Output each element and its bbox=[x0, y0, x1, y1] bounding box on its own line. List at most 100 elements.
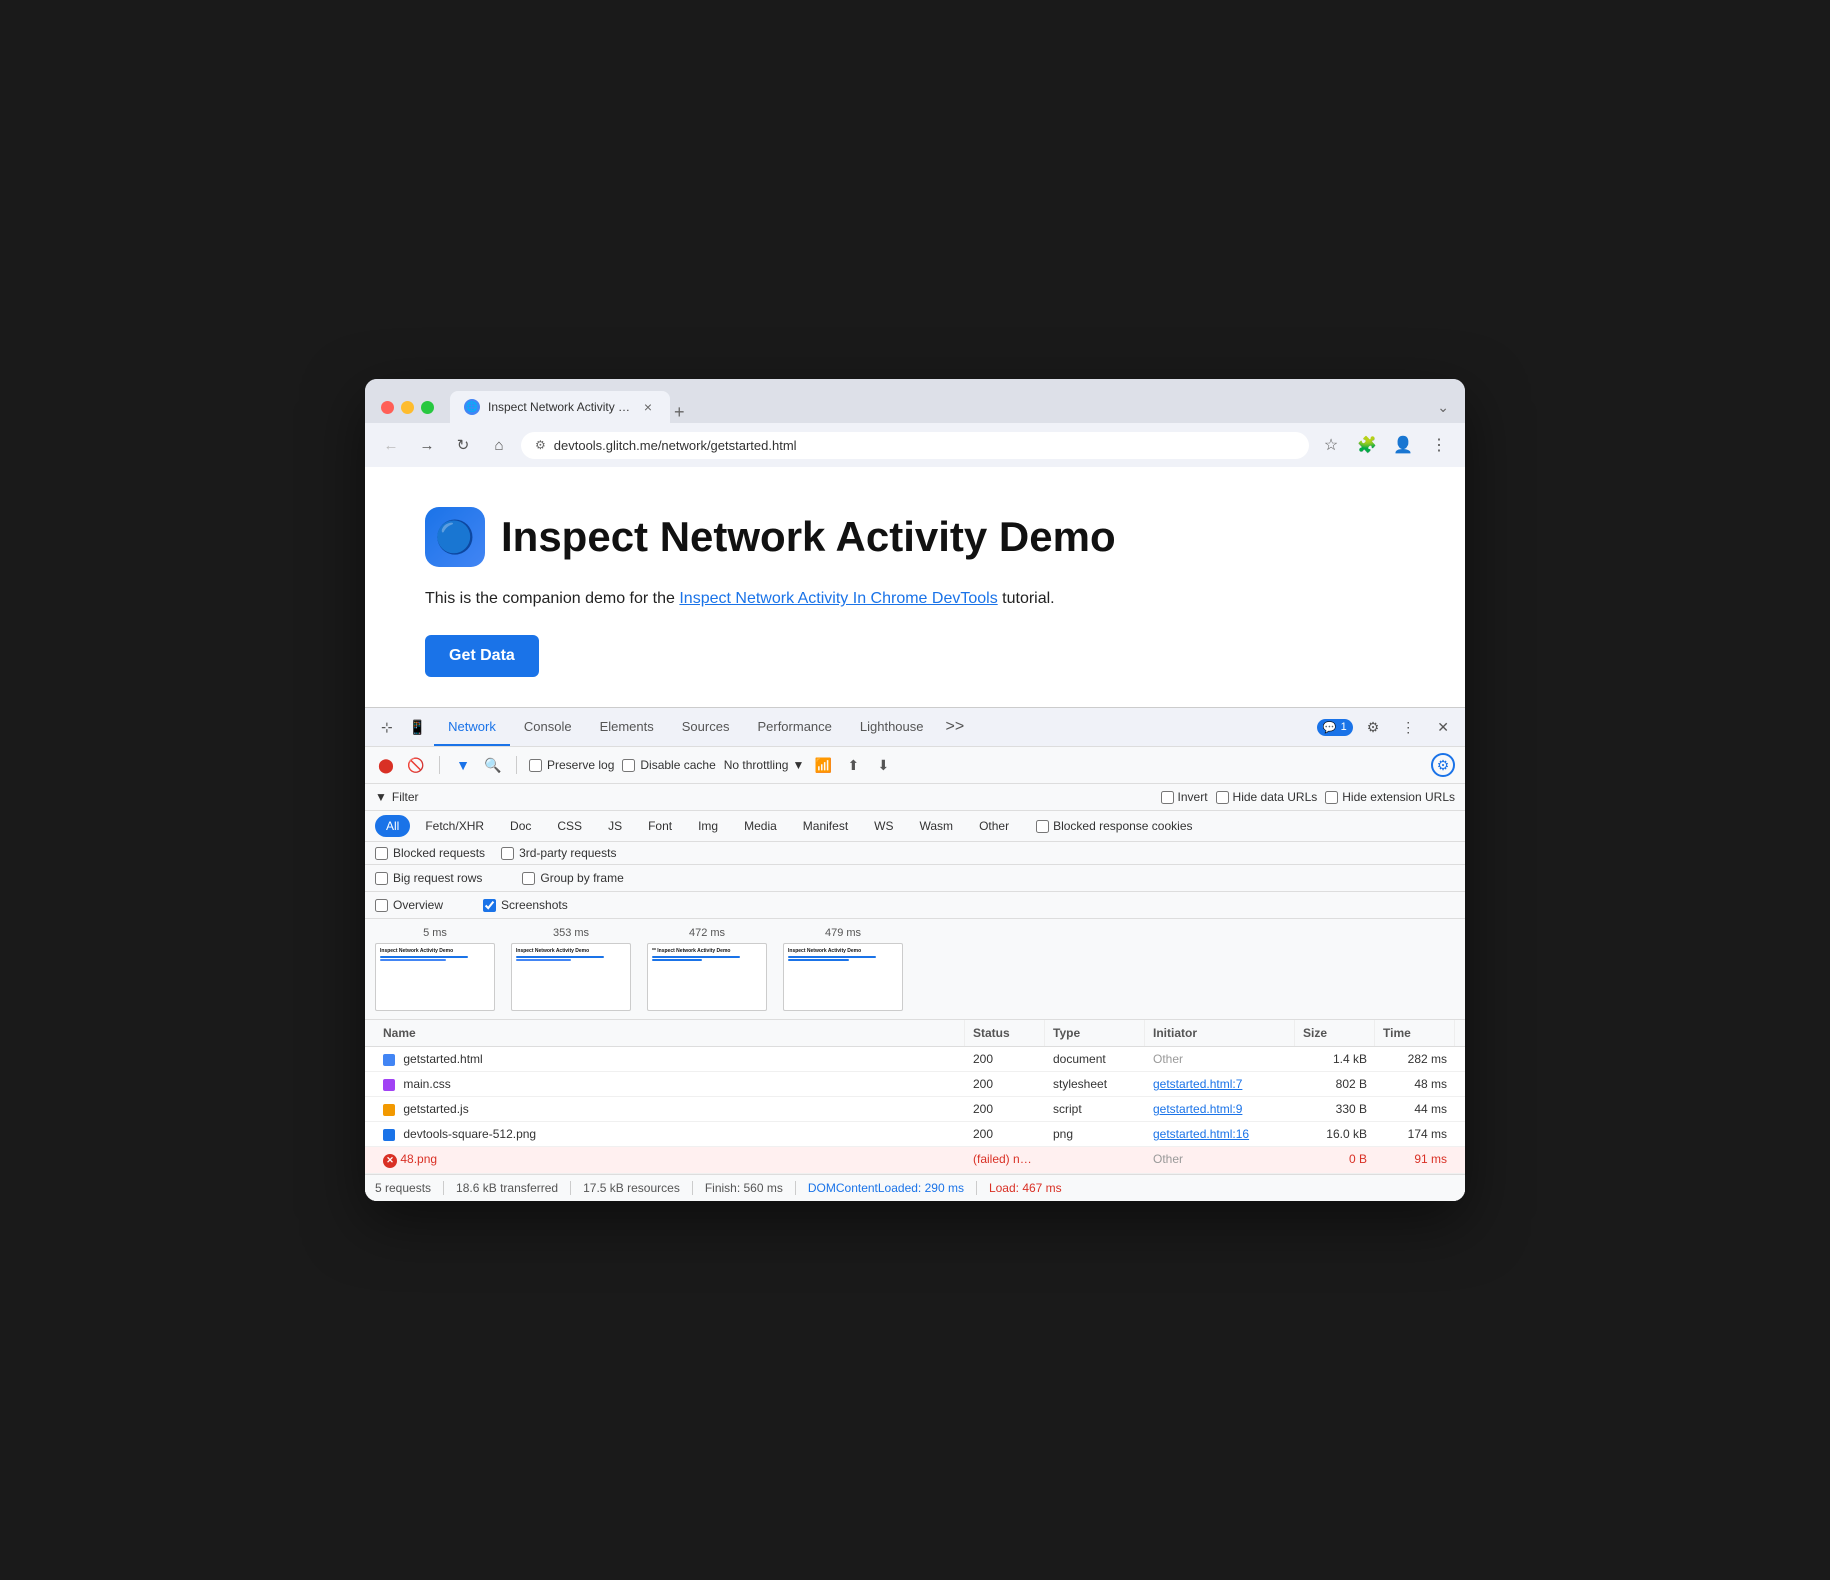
tab-close-button[interactable]: × bbox=[640, 399, 656, 415]
row-initiator-4[interactable]: getstarted.html:16 bbox=[1145, 1122, 1295, 1146]
throttle-dropdown[interactable]: No throttling ▼ bbox=[724, 758, 805, 772]
type-filter-js[interactable]: JS bbox=[597, 815, 633, 837]
extensions-button[interactable]: 🧩 bbox=[1353, 431, 1381, 459]
screenshot-1[interactable]: 5 ms Inspect Network Activity Demo bbox=[375, 927, 495, 1011]
type-filter-fetch-xhr[interactable]: Fetch/XHR bbox=[414, 815, 495, 837]
type-filter-manifest[interactable]: Manifest bbox=[792, 815, 859, 837]
tab-dropdown-button[interactable]: ⌄ bbox=[1437, 399, 1449, 416]
screenshot-4[interactable]: 479 ms Inspect Network Activity Demo bbox=[783, 927, 903, 1011]
tab-performance[interactable]: Performance bbox=[743, 709, 845, 746]
upload-button[interactable]: ⬆ bbox=[842, 754, 864, 776]
blocked-requests-checkbox[interactable] bbox=[375, 847, 388, 860]
group-by-frame-checkbox[interactable] bbox=[522, 872, 535, 885]
download-button[interactable]: ⬇ bbox=[872, 754, 894, 776]
hide-data-urls-label[interactable]: Hide data URLs bbox=[1216, 790, 1318, 804]
row-name-5: ✕ 48.png bbox=[375, 1147, 965, 1173]
big-request-rows-label[interactable]: Big request rows bbox=[375, 871, 482, 885]
minimize-button[interactable] bbox=[401, 401, 414, 414]
reload-button[interactable]: ↻ bbox=[449, 431, 477, 459]
table-row[interactable]: getstarted.js 200 script getstarted.html… bbox=[365, 1097, 1465, 1122]
tutorial-link[interactable]: Inspect Network Activity In Chrome DevTo… bbox=[679, 590, 997, 607]
table-row[interactable]: devtools-square-512.png 200 png getstart… bbox=[365, 1122, 1465, 1147]
group-by-frame-label[interactable]: Group by frame bbox=[522, 871, 623, 885]
third-party-checkbox[interactable] bbox=[501, 847, 514, 860]
more-options-icon[interactable]: ⋮ bbox=[1393, 711, 1423, 744]
address-bar[interactable]: ⚙ devtools.glitch.me/network/getstarted.… bbox=[521, 432, 1309, 459]
overview-checkbox[interactable] bbox=[375, 899, 388, 912]
filter-text: Filter bbox=[392, 790, 419, 804]
screenshot-3[interactable]: 472 ms ** Inspect Network Activity Demo bbox=[647, 927, 767, 1011]
chat-badge[interactable]: 💬 1 bbox=[1317, 719, 1353, 736]
maximize-button[interactable] bbox=[421, 401, 434, 414]
settings-circle-button[interactable]: ⚙ bbox=[1431, 753, 1455, 777]
disable-cache-label[interactable]: Disable cache bbox=[622, 758, 715, 772]
table-row[interactable]: main.css 200 stylesheet getstarted.html:… bbox=[365, 1072, 1465, 1097]
forward-button[interactable]: → bbox=[413, 431, 441, 459]
filter-icon[interactable]: ▼ bbox=[452, 754, 474, 776]
filter-funnel-icon: ▼ bbox=[375, 790, 387, 804]
invert-checkbox[interactable] bbox=[1161, 791, 1174, 804]
page-title: Inspect Network Activity Demo bbox=[501, 513, 1116, 561]
hide-extension-urls-checkbox[interactable] bbox=[1325, 791, 1338, 804]
type-filter-other[interactable]: Other bbox=[968, 815, 1020, 837]
tab-more-button[interactable]: >> bbox=[938, 708, 973, 746]
type-filter-media[interactable]: Media bbox=[733, 815, 788, 837]
type-filter-wasm[interactable]: Wasm bbox=[909, 815, 965, 837]
back-button[interactable]: ← bbox=[377, 431, 405, 459]
search-button[interactable]: 🔍 bbox=[482, 754, 504, 776]
hide-data-urls-checkbox[interactable] bbox=[1216, 791, 1229, 804]
devtools-inspect-icon[interactable]: ⊹ bbox=[373, 711, 401, 744]
tab-sources[interactable]: Sources bbox=[668, 709, 744, 746]
disable-cache-checkbox[interactable] bbox=[622, 759, 635, 772]
type-filter-css[interactable]: CSS bbox=[546, 815, 593, 837]
blocked-cookies-text: Blocked response cookies bbox=[1053, 819, 1192, 833]
stop-recording-button[interactable]: ⬤ bbox=[375, 754, 397, 776]
new-tab-button[interactable]: + bbox=[674, 402, 685, 423]
devtools-device-icon[interactable]: 📱 bbox=[401, 711, 434, 744]
group-by-frame-text: Group by frame bbox=[540, 871, 623, 885]
big-request-rows-checkbox[interactable] bbox=[375, 872, 388, 885]
screenshots-label[interactable]: Screenshots bbox=[483, 898, 568, 912]
row-initiator-3[interactable]: getstarted.html:9 bbox=[1145, 1097, 1295, 1121]
type-filter-img[interactable]: Img bbox=[687, 815, 729, 837]
settings-icon[interactable]: ⚙ bbox=[1359, 711, 1388, 744]
filter-bar: ▼ Filter Invert Hide data URLs Hide exte… bbox=[365, 784, 1465, 811]
active-tab[interactable]: 🌐 Inspect Network Activity Dem × bbox=[450, 391, 670, 423]
tab-elements[interactable]: Elements bbox=[586, 709, 668, 746]
hide-data-urls-text: Hide data URLs bbox=[1233, 790, 1318, 804]
close-button[interactable] bbox=[381, 401, 394, 414]
screenshots-checkbox[interactable] bbox=[483, 899, 496, 912]
page-content: 🔵 Inspect Network Activity Demo This is … bbox=[365, 467, 1465, 707]
blocked-cookies-checkbox[interactable] bbox=[1036, 820, 1049, 833]
overview-label[interactable]: Overview bbox=[375, 898, 443, 912]
row-initiator-2[interactable]: getstarted.html:7 bbox=[1145, 1072, 1295, 1096]
screenshot-2[interactable]: 353 ms Inspect Network Activity Demo bbox=[511, 927, 631, 1011]
type-filter-font[interactable]: Font bbox=[637, 815, 683, 837]
table-row-error[interactable]: ✕ 48.png (failed) net::... Other 0 B 91 … bbox=[365, 1147, 1465, 1174]
type-filter-doc[interactable]: Doc bbox=[499, 815, 542, 837]
wifi-icon[interactable]: 📶 bbox=[812, 754, 834, 776]
hide-extension-urls-label[interactable]: Hide extension URLs bbox=[1325, 790, 1455, 804]
type-filter-ws[interactable]: WS bbox=[863, 815, 904, 837]
invert-label[interactable]: Invert bbox=[1161, 790, 1208, 804]
third-party-label[interactable]: 3rd-party requests bbox=[501, 846, 616, 860]
home-button[interactable]: ⌂ bbox=[485, 431, 513, 459]
type-filter-all[interactable]: All bbox=[375, 815, 410, 837]
close-devtools-button[interactable]: ✕ bbox=[1429, 711, 1457, 744]
tab-console[interactable]: Console bbox=[510, 709, 586, 746]
get-data-button[interactable]: Get Data bbox=[425, 635, 539, 677]
bookmark-button[interactable]: ☆ bbox=[1317, 431, 1345, 459]
preserve-log-label[interactable]: Preserve log bbox=[529, 758, 614, 772]
tab-lighthouse[interactable]: Lighthouse bbox=[846, 709, 938, 746]
menu-button[interactable]: ⋮ bbox=[1425, 431, 1453, 459]
blocked-cookies-label[interactable]: Blocked response cookies bbox=[1036, 819, 1192, 833]
preserve-log-checkbox[interactable] bbox=[529, 759, 542, 772]
clear-button[interactable]: 🚫 bbox=[405, 754, 427, 776]
row-status-1: 200 bbox=[965, 1047, 1045, 1071]
tab-network[interactable]: Network bbox=[434, 709, 510, 746]
blocked-requests-label[interactable]: Blocked requests bbox=[375, 846, 485, 860]
extra-checks-bar: Blocked requests 3rd-party requests bbox=[365, 842, 1465, 865]
third-party-text: 3rd-party requests bbox=[519, 846, 616, 860]
profile-button[interactable]: 👤 bbox=[1389, 431, 1417, 459]
table-row[interactable]: getstarted.html 200 document Other 1.4 k… bbox=[365, 1047, 1465, 1072]
